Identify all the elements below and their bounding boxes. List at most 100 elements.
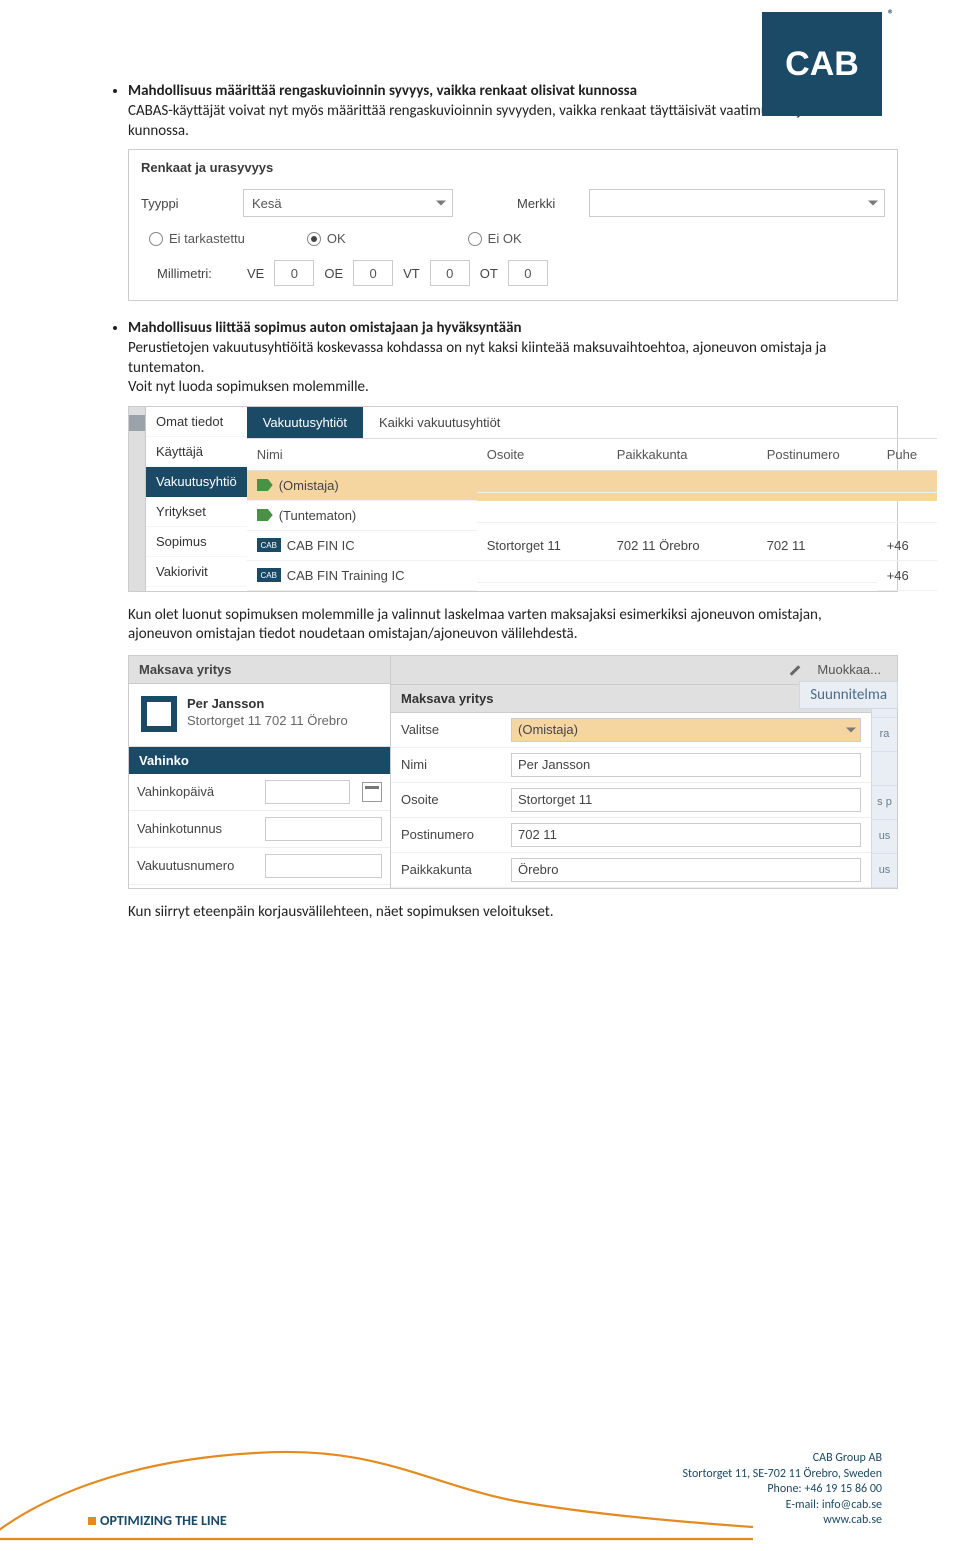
table-header: Nimi Osoite Paikkakunta Postinumero Puhe <box>247 439 937 471</box>
field-value: 702 11 <box>518 827 557 842</box>
strip-cell <box>872 752 897 786</box>
input-ot[interactable]: 0 <box>508 260 548 286</box>
form-row-osoite: Osoite Stortorget 11 <box>391 783 871 818</box>
tabs: Vakuutusyhtiöt Kaikki vakuutusyhtiöt <box>247 407 937 438</box>
edit-button[interactable]: Muokkaa... <box>809 658 889 681</box>
footer-address: CAB Group AB Stortorget 11, SE-702 11 Ör… <box>683 1451 882 1529</box>
radio-notok-label: Ei OK <box>488 231 522 246</box>
col-postinumero[interactable]: Postinumero <box>757 439 877 471</box>
tag-ot: OT <box>480 266 498 281</box>
radio-not-checked-label: Ei tarkastettu <box>169 231 245 246</box>
cab-logo-box: CAB <box>762 12 882 116</box>
radio-ok[interactable]: OK <box>307 231 346 246</box>
table-row[interactable]: (Omistaja) <box>247 471 937 501</box>
input-oe[interactable]: 0 <box>353 260 393 286</box>
strip-cell: ra <box>872 718 897 752</box>
s3-left-head: Maksava yritys <box>129 656 390 684</box>
tag-oe: OE <box>324 266 343 281</box>
text-input[interactable] <box>265 817 382 841</box>
sidebar-item-sopimus[interactable]: Sopimus <box>146 527 247 557</box>
calendar-icon[interactable] <box>362 782 382 802</box>
sidebar-item-yritykset[interactable]: Yritykset <box>146 497 247 527</box>
bullet-1: Mahdollisuus määrittää rengaskuvioinnin … <box>128 82 870 141</box>
city-input[interactable]: Örebro <box>511 858 861 882</box>
paragraph-4: Kun siirryt eteenpäin korjausvälilehteen… <box>128 903 870 923</box>
pencil-icon <box>789 663 803 677</box>
row-city <box>607 478 757 493</box>
row-phone <box>877 478 937 493</box>
strip-cell: us <box>872 854 897 888</box>
bullet-1-body: CABAS-käyttäjät voivat nyt myös määrittä… <box>128 102 870 141</box>
square-bullet-icon <box>88 1517 96 1525</box>
address-input[interactable]: Stortorget 11 <box>511 788 861 812</box>
gutter-icon <box>129 415 145 431</box>
field-label: Postinumero <box>401 827 501 842</box>
radio-icon <box>307 232 321 246</box>
field-value: Per Jansson <box>518 757 590 772</box>
right-strip: su ra s p us us <box>871 684 897 888</box>
footer-email: E-mail: info@cab.se <box>683 1498 882 1514</box>
sidebar: Omat tiedot Käyttäjä Vakuutusyhtiö Yrity… <box>146 407 247 591</box>
row-phone: +46 <box>877 531 937 561</box>
footer-phone: Phone: +46 19 15 86 00 <box>683 1482 882 1498</box>
s1-type-label: Tyyppi <box>141 196 231 211</box>
building-icon <box>141 696 177 732</box>
sidebar-item-vakiorivit[interactable]: Vakiorivit <box>146 557 247 587</box>
bullet-list-2: Mahdollisuus liittää sopimus auton omist… <box>100 319 870 398</box>
select-value: (Omistaja) <box>518 722 578 737</box>
col-puhe[interactable]: Puhe <box>877 439 937 471</box>
table-row[interactable]: (Tuntematon) <box>247 501 937 531</box>
col-paikkakunta[interactable]: Paikkakunta <box>607 439 757 471</box>
radio-ok-label: OK <box>327 231 346 246</box>
flag-icon <box>257 509 273 521</box>
screenshot-insurance: Omat tiedot Käyttäjä Vakuutusyhtiö Yrity… <box>128 406 898 592</box>
col-nimi[interactable]: Nimi <box>247 439 477 471</box>
postcode-input[interactable]: 702 11 <box>511 823 861 847</box>
s1-brand-label: Merkki <box>517 196 577 211</box>
company-address: Stortorget 11 702 11 Örebro <box>187 713 348 728</box>
tagline: OPTIMIZING THE LINE <box>88 1512 227 1529</box>
row-post: 702 11 <box>757 531 877 561</box>
input-vt[interactable]: 0 <box>430 260 470 286</box>
sidebar-item-omat-tiedot[interactable]: Omat tiedot <box>146 407 247 437</box>
row-phone <box>877 508 937 523</box>
col-osoite[interactable]: Osoite <box>477 439 607 471</box>
tag-ve: VE <box>247 266 264 281</box>
plan-chip[interactable]: Suunnitelma <box>799 681 898 709</box>
vahinko-head: Vahinko <box>129 747 390 774</box>
s3-form: Valitse (Omistaja) Nimi Per Jansson Osoi… <box>391 713 871 888</box>
radio-not-ok[interactable]: Ei OK <box>468 231 522 246</box>
s1-title: Renkaat ja urasyvyys <box>129 150 897 185</box>
s1-type-select[interactable]: Kesä <box>243 189 453 217</box>
strip-cell: s p <box>872 786 897 820</box>
s3-right-top: Muokkaa... <box>391 656 897 684</box>
field-label: Osoite <box>401 792 501 807</box>
row-name: (Tuntematon) <box>279 508 357 523</box>
bullet-2-body2: Voit nyt luoda sopimuksen molemmille. <box>128 378 870 398</box>
text-input[interactable] <box>265 854 382 878</box>
form-row-valitse: Valitse (Omistaja) <box>391 713 871 748</box>
row-addr <box>477 508 607 523</box>
table-row[interactable]: CABCAB FIN Training IC +46 <box>247 561 937 591</box>
footer-addr: Stortorget 11, SE-702 11 Örebro, Sweden <box>683 1467 882 1483</box>
sidebar-item-kayttaja[interactable]: Käyttäjä <box>146 437 247 467</box>
row-post <box>757 568 877 583</box>
date-input[interactable] <box>265 780 350 804</box>
radio-not-checked[interactable]: Ei tarkastettu <box>149 231 245 246</box>
sidebar-item-vakuutusyhtio[interactable]: Vakuutusyhtiö <box>146 467 247 497</box>
field-label: Paikkakunta <box>401 862 501 877</box>
s1-brand-select[interactable] <box>589 189 885 217</box>
row-city: 702 11 Örebro <box>607 531 757 561</box>
row-name: CAB FIN Training IC <box>287 568 405 583</box>
company-name: Per Jansson <box>187 696 348 711</box>
tab-vakuutusyhtiot[interactable]: Vakuutusyhtiöt <box>247 407 363 438</box>
input-ve[interactable]: 0 <box>274 260 314 286</box>
cab-mini-logo-icon: CAB <box>257 538 281 552</box>
table-row[interactable]: CABCAB FIN IC Stortorget 11 702 11 Örebr… <box>247 531 937 561</box>
select-payer[interactable]: (Omistaja) <box>511 718 861 742</box>
name-input[interactable]: Per Jansson <box>511 753 861 777</box>
form-row-nimi: Nimi Per Jansson <box>391 748 871 783</box>
chevron-down-icon <box>868 201 878 206</box>
tab-kaikki[interactable]: Kaikki vakuutusyhtiöt <box>363 407 516 438</box>
kv-vahinkopaiva: Vahinkopäivä <box>129 774 390 811</box>
